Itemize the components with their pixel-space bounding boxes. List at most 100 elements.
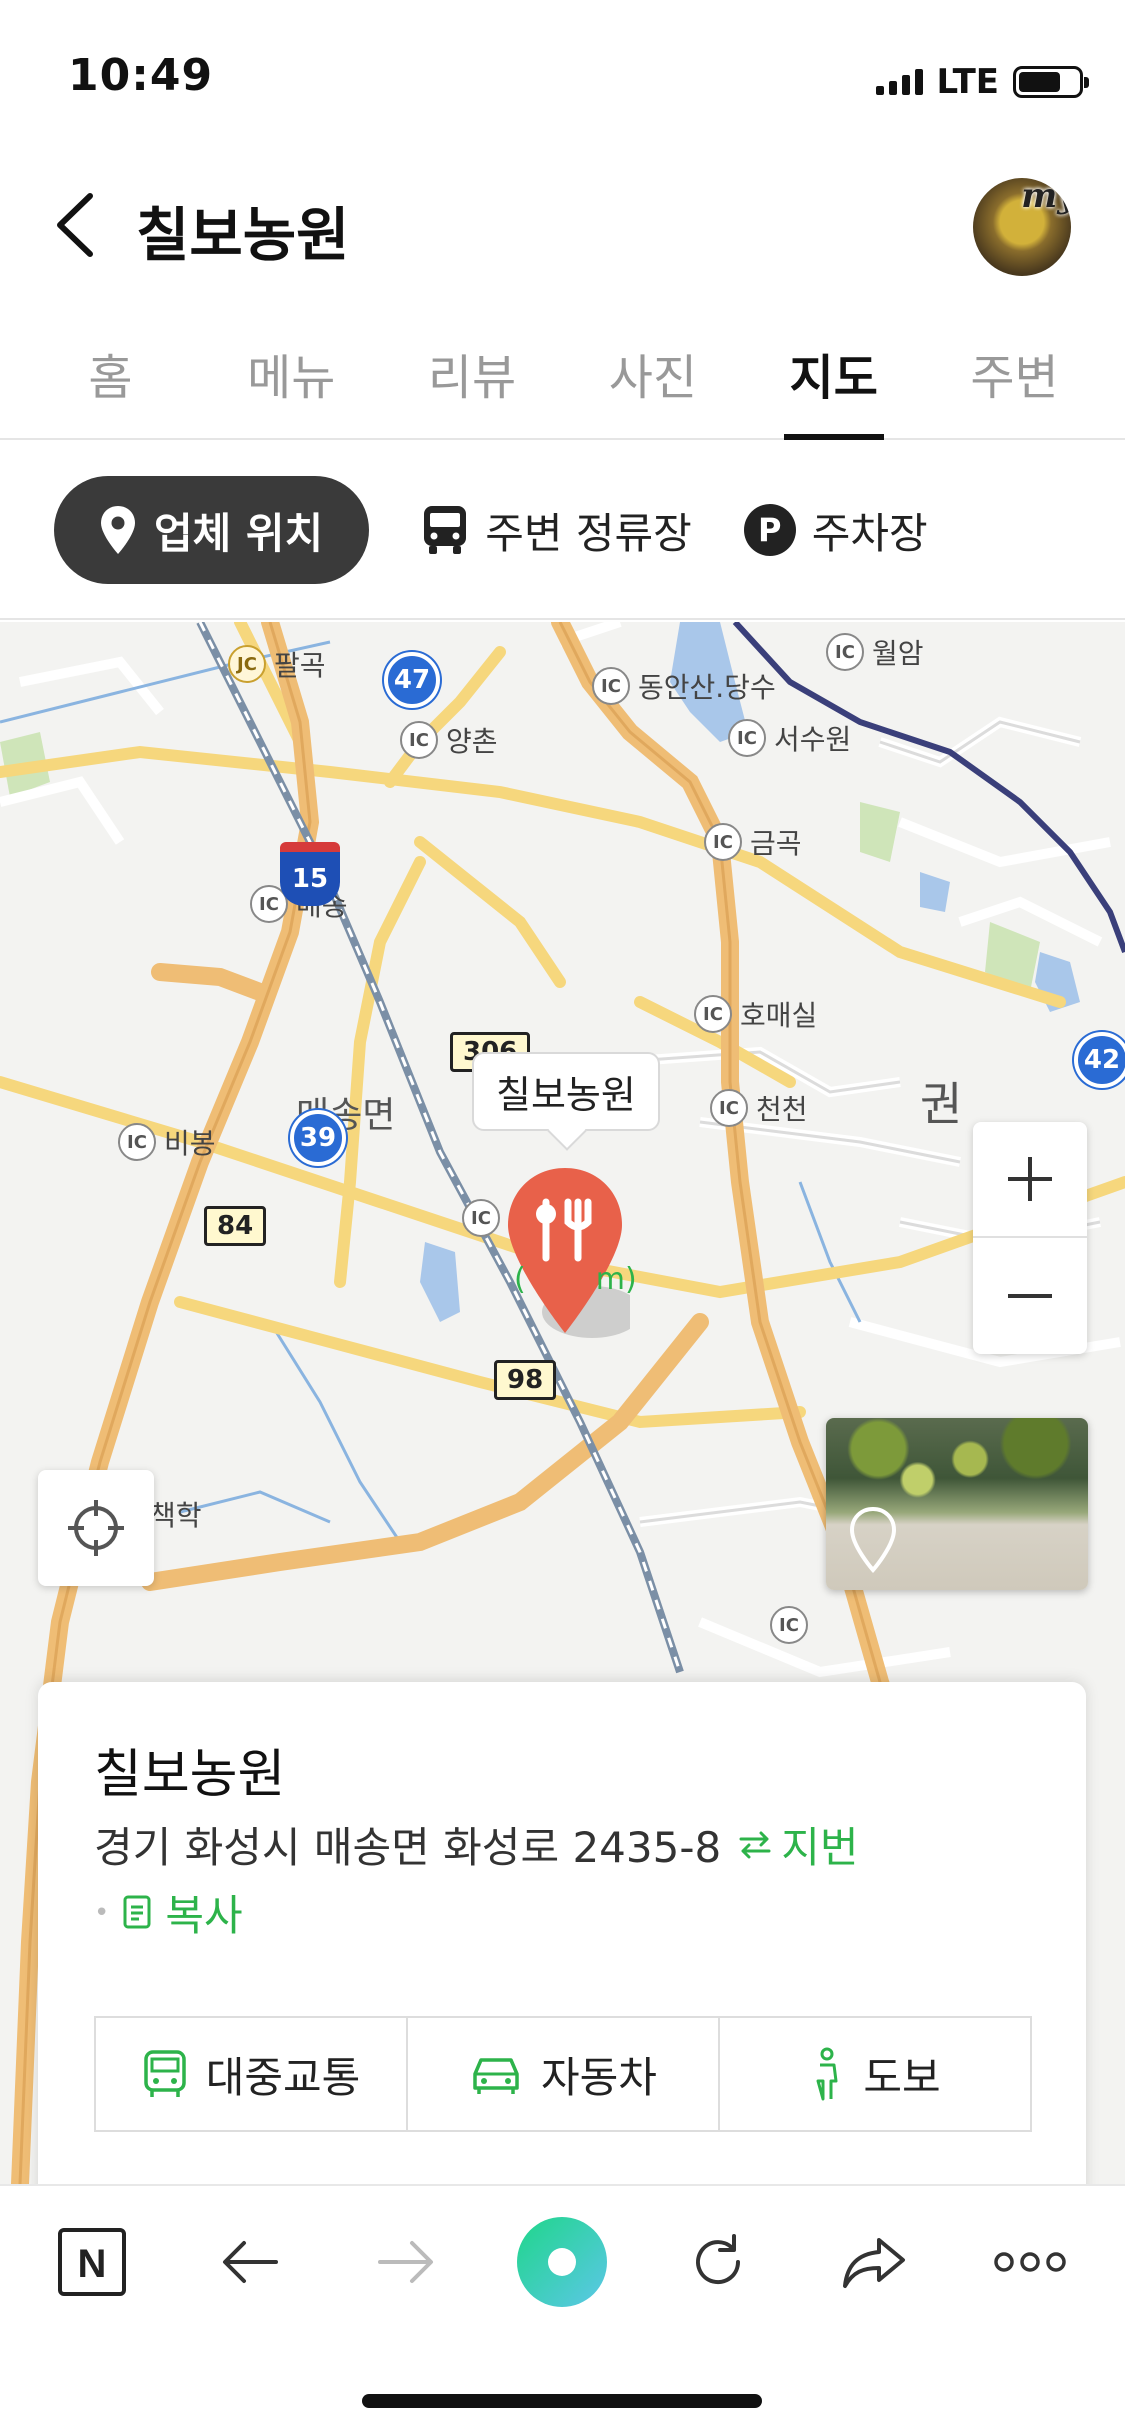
green-dot-icon: [517, 2217, 607, 2307]
network-type: LTE: [936, 62, 999, 102]
directions-modes: 대중교통 자동차 도보: [94, 2016, 1032, 2132]
bullet-dot: •: [94, 1897, 110, 1928]
naver-home-icon: N: [58, 2228, 126, 2296]
more-button[interactable]: [980, 2212, 1080, 2312]
zoom-in-button[interactable]: [973, 1122, 1087, 1238]
ic-badge: IC: [462, 1199, 500, 1237]
place-address-row: 경기 화성시 매송면 화성로 2435-8 지번: [94, 1814, 859, 1875]
ic-badge: IC: [728, 719, 766, 757]
forward-arrow-icon: [378, 2241, 433, 2283]
tab-bar: 홈 메뉴 리뷰 사진 지도 주변: [0, 318, 1125, 440]
crosshair-icon: [68, 1500, 124, 1556]
battery-icon: [1013, 66, 1089, 98]
place-name: 칠보농원: [94, 1745, 286, 1805]
lot-address-toggle[interactable]: 지번: [737, 1814, 859, 1875]
refresh-button[interactable]: [668, 2212, 768, 2312]
map-label-gwon: 권: [920, 1077, 963, 1131]
header: 칠보농원 my: [0, 160, 1125, 290]
place-address: 경기 화성시 매송면 화성로 2435-8: [94, 1823, 722, 1872]
browser-back-button[interactable]: [200, 2212, 300, 2312]
chip-label: 업체 위치: [154, 508, 324, 558]
minus-icon: [1008, 1294, 1052, 1298]
tab-nearby[interactable]: 주변: [940, 318, 1090, 438]
refresh-icon: [696, 2234, 741, 2285]
green-dot-button[interactable]: [512, 2212, 612, 2312]
car-icon: [473, 2058, 519, 2094]
copy-icon: [123, 1895, 151, 1928]
zoom-control: [973, 1122, 1087, 1354]
ic-badge: IC: [710, 1089, 748, 1127]
page-title: 칠보농원: [136, 201, 350, 269]
route-47-marker: 47: [384, 652, 440, 708]
place-label-bubble[interactable]: 칠보농원: [472, 1052, 660, 1131]
map-label-ic: IC: [770, 1606, 808, 1644]
my-badge: my: [1021, 178, 1071, 216]
back-arrow-icon: [223, 2241, 278, 2283]
map-label-dongansan: IC 동안산.당수: [592, 666, 776, 706]
share-icon: [843, 2238, 905, 2288]
chip-business-location[interactable]: 업체 위치: [54, 476, 370, 584]
pin-distance-label: (m): [514, 1262, 637, 1297]
tab-review[interactable]: 리뷰: [397, 318, 547, 438]
tab-menu[interactable]: 메뉴: [216, 318, 366, 438]
map-label-palgok: JC 팔곡: [228, 644, 326, 684]
chip-parking[interactable]: P 주차장: [743, 476, 928, 584]
tab-map[interactable]: 지도: [759, 318, 909, 440]
tab-home[interactable]: 홈: [35, 318, 185, 438]
restaurant-pin-icon[interactable]: [500, 1162, 630, 1342]
bus-icon: [143, 2050, 186, 2097]
route-42-marker: 42: [1074, 1032, 1125, 1088]
map-label-homaesil: IC 호매실: [694, 994, 817, 1034]
jc-badge: JC: [228, 645, 266, 683]
my-location-button[interactable]: [38, 1470, 154, 1586]
map-label-yangchon: IC 양촌: [400, 720, 498, 760]
status-bar: 10:49 LTE: [0, 0, 1125, 150]
transit-directions-button[interactable]: 대중교통: [96, 2018, 406, 2130]
map-label-geumgok: IC 금곡: [704, 822, 802, 862]
expressway-15-marker: 15: [280, 842, 340, 906]
chip-label: 주변 정류장: [485, 508, 692, 558]
clock: 10:49: [68, 50, 214, 101]
ic-badge: IC: [704, 823, 742, 861]
route-39-marker: 39: [290, 1110, 346, 1166]
car-directions-button[interactable]: 자동차: [406, 2018, 718, 2130]
parking-icon: P: [743, 504, 796, 556]
copy-address-button[interactable]: • 복사: [94, 1882, 243, 1943]
naver-home-button[interactable]: N: [42, 2212, 142, 2312]
chevron-left-icon: [57, 193, 93, 257]
tab-photo[interactable]: 사진: [578, 318, 728, 438]
share-button[interactable]: [824, 2212, 924, 2312]
map-label-chaekak: 책학: [150, 1499, 202, 1532]
place-info-card: 칠보농원 경기 화성시 매송면 화성로 2435-8 지번 • 복사 대중교통 …: [38, 1682, 1086, 2202]
home-indicator[interactable]: [362, 2394, 762, 2408]
chip-bus-stop[interactable]: 주변 정류장: [421, 476, 692, 584]
map-filter-chips: 업체 위치 주변 정류장 P 주차장: [0, 442, 1125, 620]
route-98-marker: 98: [494, 1360, 557, 1400]
plus-icon: [1008, 1157, 1052, 1201]
ic-badge: IC: [770, 1606, 808, 1644]
avatar[interactable]: my: [973, 178, 1071, 276]
chip-label: 주차장: [811, 508, 928, 558]
ic-badge: IC: [826, 633, 864, 671]
map-label-cheoncheon: IC 천천: [710, 1088, 808, 1128]
street-view-thumbnail[interactable]: [826, 1418, 1088, 1590]
svg-text:N: N: [78, 2242, 107, 2286]
walk-directions-button[interactable]: 도보: [718, 2018, 1030, 2130]
back-button[interactable]: [48, 190, 108, 260]
map-label-bibong: IC 비봉: [118, 1122, 216, 1162]
ic-badge: IC: [694, 995, 732, 1033]
bus-icon: [424, 506, 467, 554]
street-view-pin-icon: [849, 1506, 897, 1574]
zoom-out-button[interactable]: [973, 1238, 1087, 1354]
map-label-seosuwon: IC 서수원: [728, 718, 851, 758]
signal-icon: [875, 69, 923, 95]
swap-arrows-icon: [739, 1831, 771, 1858]
location-pin-icon: [101, 506, 135, 554]
walking-person-icon: [816, 2047, 838, 2101]
route-84-marker: 84: [204, 1206, 267, 1246]
ic-badge: IC: [592, 667, 630, 705]
browser-forward-button[interactable]: [356, 2212, 456, 2312]
browser-toolbar: N: [0, 2184, 1125, 2334]
map-label-wolam: IC 월암: [826, 632, 924, 672]
ic-badge: IC: [118, 1123, 156, 1161]
